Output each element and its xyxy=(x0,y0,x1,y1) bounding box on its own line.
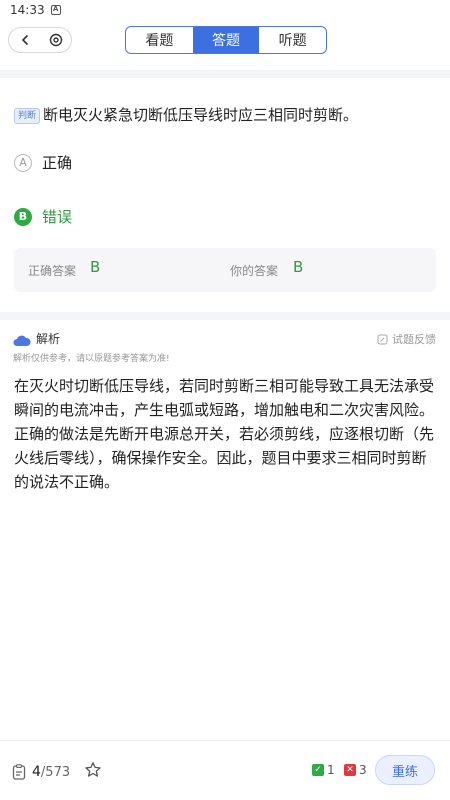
nav-capsule xyxy=(8,27,72,53)
analysis-text: 在灭火时切断低压导线，若同时剪断三相可能导致工具无法承受瞬间的电流冲击，产生电弧… xyxy=(14,377,435,491)
question-text: 断电灭火紧急切断低压导线时应三相同时剪断。 xyxy=(43,106,359,124)
your-answer-value: B xyxy=(293,258,304,276)
target-icon[interactable] xyxy=(45,29,67,51)
option-b[interactable]: B 错误 xyxy=(14,206,72,227)
option-label: 正确 xyxy=(42,154,73,172)
status-time: 14:33 xyxy=(10,3,45,17)
current-index: 4 xyxy=(32,764,41,780)
cloud-icon xyxy=(13,332,31,351)
tab-listen[interactable]: 听题 xyxy=(259,27,326,53)
analysis-card: 解析 试题反馈 解析仅供参考，请以原题参考答案为准! 在灭火时切断低压导线，若同… xyxy=(0,320,450,740)
mode-tabs: 看题 答题 听题 xyxy=(125,26,327,54)
question-type-badge: 判断 xyxy=(14,108,41,124)
option-label: 错误 xyxy=(42,208,73,226)
tab-answer[interactable]: 答题 xyxy=(192,27,260,53)
star-icon[interactable] xyxy=(84,761,102,783)
option-letter: B xyxy=(14,207,32,226)
your-answer-label: 你的答案 xyxy=(230,264,279,278)
correct-count: ✓ 1 xyxy=(312,763,335,777)
retry-button[interactable]: 重练 xyxy=(375,755,435,785)
back-icon[interactable] xyxy=(14,29,36,51)
notification-icon: A xyxy=(50,5,61,15)
tab-view[interactable]: 看题 xyxy=(126,27,193,53)
progress-indicator[interactable]: 4/573 xyxy=(12,761,102,783)
question-text-block: 判断 断电灭火紧急切断低压导线时应三相同时剪断。 xyxy=(14,104,440,126)
wrong-count: ✕ 3 xyxy=(344,763,367,777)
answer-summary: 正确答案 B 你的答案 B xyxy=(14,248,436,292)
nav-bar: 看题 答题 听题 xyxy=(0,20,450,70)
option-a[interactable]: A 正确 xyxy=(14,152,72,173)
analysis-note: 解析仅供参考，请以原题参考答案为准! xyxy=(13,354,170,364)
question-card: 判断 断电灭火紧急切断低压导线时应三相同时剪断。 A 正确 B 错误 正确答案 B… xyxy=(0,78,450,312)
feedback-button[interactable]: 试题反馈 xyxy=(377,331,436,347)
check-icon: ✓ xyxy=(312,764,324,776)
correct-answer-value: B xyxy=(90,258,101,276)
cross-icon: ✕ xyxy=(344,764,356,776)
bottom-bar: 4/573 ✓ 1 ✕ 3 重练 xyxy=(0,740,450,800)
edit-icon xyxy=(377,334,388,344)
total-count: /573 xyxy=(40,764,71,780)
wrong-count-value: 3 xyxy=(359,763,367,777)
correct-count-value: 1 xyxy=(327,763,335,777)
correct-answer-label: 正确答案 xyxy=(28,264,77,278)
feedback-label: 试题反馈 xyxy=(392,333,436,346)
status-bar: 14:33 A xyxy=(0,0,450,20)
option-letter: A xyxy=(14,153,32,172)
answer-sheet-icon xyxy=(12,764,26,780)
analysis-title: 解析 xyxy=(36,332,61,346)
